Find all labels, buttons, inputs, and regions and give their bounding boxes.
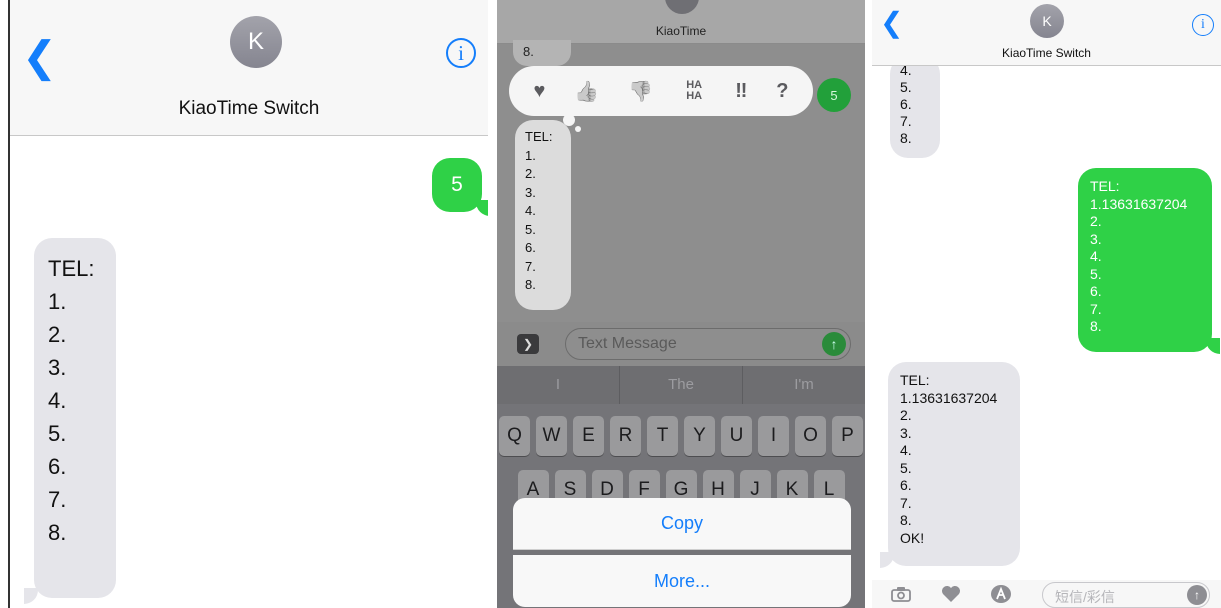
bubble-tail <box>24 588 38 604</box>
more-button[interactable]: More... <box>513 555 851 607</box>
sent-message-bubble[interactable]: 5 <box>817 78 851 112</box>
key[interactable]: E <box>573 416 604 456</box>
key[interactable]: I <box>758 416 789 456</box>
message-input[interactable]: 短信/彩信 ↑ <box>1042 582 1210 608</box>
bubble-tail <box>880 552 894 568</box>
key[interactable]: P <box>832 416 863 456</box>
bubble-tail <box>476 200 488 216</box>
bubble-tail <box>1206 338 1220 354</box>
back-chevron-icon[interactable]: ❮ <box>22 32 57 81</box>
conversation-panel-3: 4. 5. 6. 7. 8. ❮ K KiaoTime Switch i TEL… <box>872 0 1221 608</box>
message-input[interactable]: Text Message ↑ <box>565 328 851 360</box>
input-bar: ❯ Text Message ↑ <box>497 322 865 366</box>
info-icon[interactable]: i <box>1192 14 1214 36</box>
input-placeholder: Text Message <box>578 335 677 352</box>
received-message-bubble[interactable]: TEL: 1.13631637204 2. 3. 4. 5. 6. 7. 8. … <box>888 362 1020 566</box>
thumbs-down-icon[interactable]: 👎 <box>628 79 653 104</box>
conversation-panel-1: ❮ K KiaoTime Switch i 5 TEL: 1. 2. 3. 4.… <box>8 0 488 608</box>
contact-name[interactable]: KiaoTime Switch <box>10 98 488 120</box>
app-store-icon[interactable] <box>990 584 1012 604</box>
info-icon[interactable]: i <box>446 38 476 68</box>
key[interactable]: R <box>610 416 641 456</box>
received-message-bubble[interactable]: TEL: 1. 2. 3. 4. 5. 6. 7. 8. <box>34 238 116 598</box>
key[interactable]: O <box>795 416 826 456</box>
key[interactable]: U <box>721 416 752 456</box>
sent-message-bubble[interactable]: 5 <box>432 158 482 212</box>
prediction-2[interactable]: The <box>620 366 743 404</box>
avatar[interactable]: K <box>1030 4 1064 38</box>
conversation-panel-2: KiaoTime 8. ♥ 👍 👎 HA HA ‼ ? 5 TEL: 1. 2.… <box>497 0 865 608</box>
sent-message-bubble[interactable]: TEL: 1.13631637204 2. 3. 4. 5. 6. 7. 8. <box>1078 168 1212 352</box>
exclamation-icon[interactable]: ‼ <box>735 80 747 103</box>
haha-icon[interactable]: HA HA <box>682 80 706 102</box>
keyboard-row-1: Q W E R T Y U I O P <box>497 416 865 456</box>
key[interactable]: Y <box>684 416 715 456</box>
tapback-menu: ♥ 👍 👎 HA HA ‼ ? <box>509 66 813 116</box>
back-chevron-icon[interactable]: ❮ <box>880 6 903 39</box>
contact-name[interactable]: KiaoTime Switch <box>872 46 1221 60</box>
navigation-bar: ❮ K KiaoTime Switch i <box>10 0 488 136</box>
send-arrow-icon[interactable]: ↑ <box>1187 585 1207 605</box>
contact-name[interactable]: KiaoTime <box>497 24 865 38</box>
digital-touch-heart-icon[interactable] <box>940 584 962 604</box>
tapback-pointer <box>575 126 581 132</box>
received-message-bubble[interactable]: TEL: 1. 2. 3. 4. 5. 6. 7. 8. <box>515 120 571 310</box>
avatar[interactable]: K <box>230 16 282 68</box>
previous-message-bubble: 8. <box>513 40 571 66</box>
input-bar: 短信/彩信 ↑ <box>872 580 1221 608</box>
input-placeholder: 短信/彩信 <box>1055 589 1115 605</box>
prediction-1[interactable]: I <box>497 366 620 404</box>
avatar[interactable] <box>665 0 699 14</box>
prediction-3[interactable]: I'm <box>743 366 865 404</box>
heart-icon[interactable]: ♥ <box>534 80 546 103</box>
send-arrow-icon[interactable]: ↑ <box>822 332 846 356</box>
navigation-bar: ❮ K KiaoTime Switch i <box>872 0 1221 66</box>
navigation-bar: KiaoTime <box>497 0 865 44</box>
copy-button[interactable]: Copy <box>513 498 851 550</box>
key[interactable]: Q <box>499 416 530 456</box>
question-icon[interactable]: ? <box>776 80 788 103</box>
apps-chevron-icon[interactable]: ❯ <box>517 334 539 354</box>
predictive-text-bar: I The I'm <box>497 366 865 404</box>
camera-icon[interactable] <box>890 584 912 604</box>
key[interactable]: W <box>536 416 567 456</box>
thumbs-up-icon[interactable]: 👍 <box>574 79 599 104</box>
key[interactable]: T <box>647 416 678 456</box>
received-message-bubble[interactable]: 4. 5. 6. 7. 8. <box>890 56 940 158</box>
